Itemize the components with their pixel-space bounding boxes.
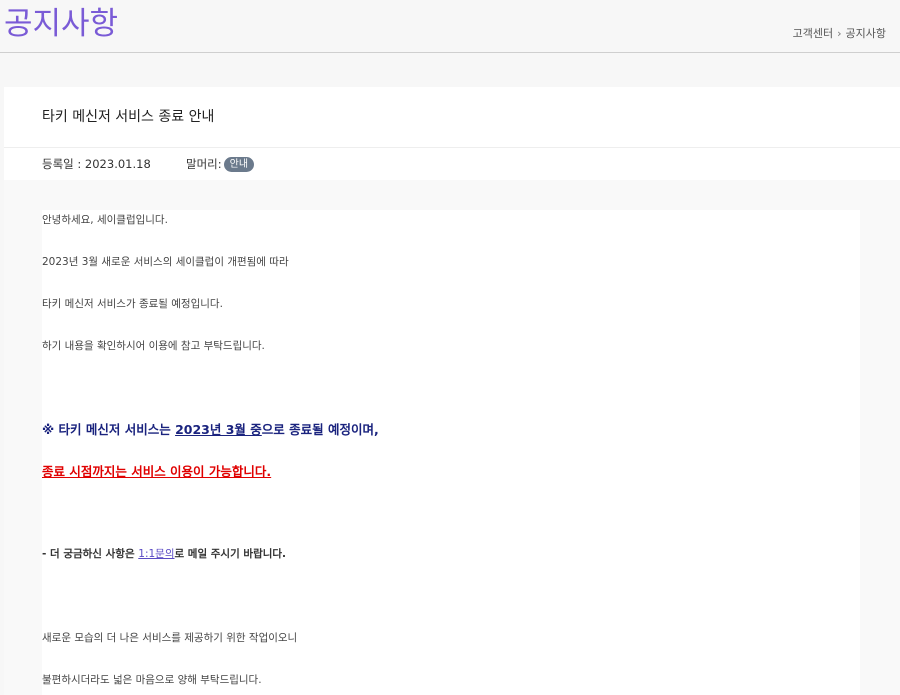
notice-category: 말머리: 안내 [186, 156, 255, 172]
notice-card: 타키 메신저 서비스 종료 안내 등록일 : 2023.01.18 말머리: 안내… [4, 87, 900, 695]
content-line: 새로운 모습의 더 나은 서비스를 제공하기 위한 작업이오니 [42, 632, 298, 644]
category-badge: 안내 [223, 157, 255, 172]
notice-meta: 등록일 : 2023.01.18 말머리: 안내 [4, 147, 900, 181]
breadcrumb: 고객센터 › 공지사항 [793, 26, 886, 42]
contact-text: 로 메일 주시기 바랍니다. [174, 548, 287, 560]
content-line: 불편하시더라도 넓은 마음으로 양해 부탁드립니다. [42, 674, 262, 686]
page-title: 공지사항 [4, 6, 119, 42]
content-line: 타키 메신저 서비스가 종료될 예정입니다. [42, 298, 223, 310]
content-line: 안녕하세요, 세이클럽입니다. [42, 214, 168, 226]
notice-content: 안녕하세요, 세이클럽입니다. 2023년 3월 새로운 서비스의 세이클럽이 … [42, 210, 860, 695]
notice-title: 타키 메신저 서비스 종료 안내 [42, 109, 215, 125]
emphasis-text: ※ 타키 메신저 서비스는 [42, 422, 176, 437]
breadcrumb-item-customer-center[interactable]: 고객센터 [793, 27, 833, 40]
category-label: 말머리: [186, 157, 222, 171]
content-line: 하기 내용을 확인하시어 이용에 참고 부탁드립니다. [42, 340, 265, 352]
contact-line: - 더 궁금하신 사항은 1:1문의로 메일 주시기 바랍니다. [42, 546, 286, 561]
page-header: 공지사항 고객센터 › 공지사항 [0, 0, 900, 53]
emphasis-date: 2023년 3월 중 [175, 422, 262, 437]
chevron-right-icon: › [837, 27, 842, 40]
contact-text: - 더 궁금하신 사항은 [42, 548, 139, 560]
inquiry-link[interactable]: 1:1문의 [138, 548, 174, 560]
notice-body-area: 안녕하세요, 세이클럽입니다. 2023년 3월 새로운 서비스의 세이클럽이 … [4, 180, 900, 695]
emphasis-service-available: 종료 시점까지는 서비스 이용이 가능합니다. [42, 464, 272, 479]
content-line: 2023년 3월 새로운 서비스의 세이클럽이 개편됨에 따라 [42, 256, 289, 268]
emphasis-text: 으로 종료될 예정이며, [261, 422, 379, 437]
emphasis-end-date: ※ 타키 메신저 서비스는 2023년 3월 중으로 종료될 예정이며, [42, 419, 379, 438]
notice-date: 등록일 : 2023.01.18 [42, 157, 151, 171]
breadcrumb-item-notice[interactable]: 공지사항 [846, 27, 886, 40]
